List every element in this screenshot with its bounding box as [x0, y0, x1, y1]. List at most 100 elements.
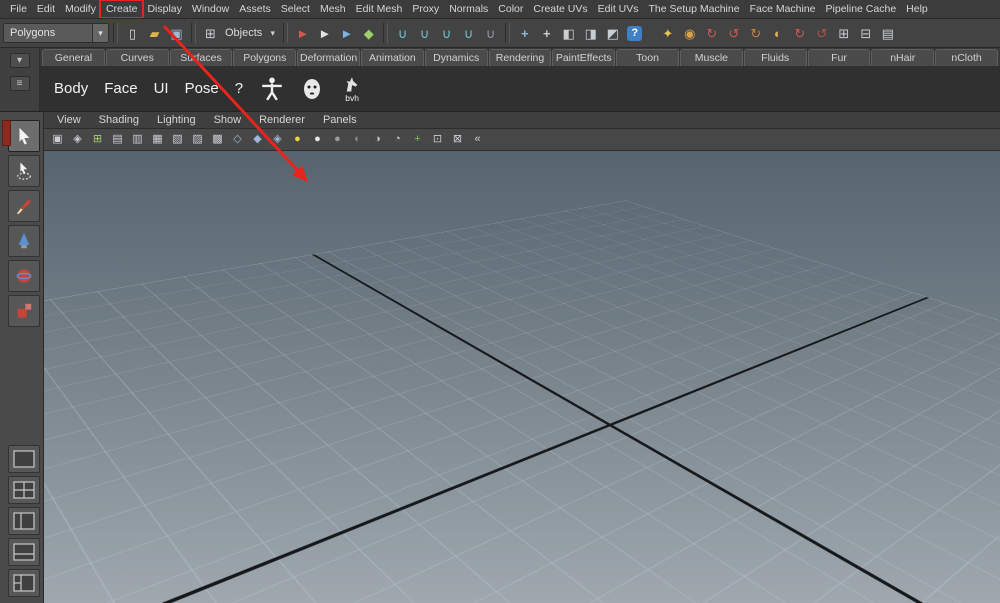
paint-selection-tool-button[interactable] — [8, 190, 40, 222]
menu-edit-uvs[interactable]: Edit UVs — [593, 1, 644, 17]
gate-mask-icon[interactable]: ▦ — [148, 131, 167, 148]
setup-machine-icon[interactable]: ◉ — [679, 22, 700, 44]
shelf-tab-rendering[interactable]: Rendering — [488, 49, 552, 66]
panel-menu-show[interactable]: Show — [205, 113, 251, 127]
snap-to-grid-icon[interactable]: ∪ — [392, 22, 413, 44]
shelf-tab-dynamics[interactable]: Dynamics — [424, 49, 488, 66]
menu-edit-mesh[interactable]: Edit Mesh — [351, 1, 408, 17]
menu-mesh[interactable]: Mesh — [315, 1, 351, 17]
shelf-tab-toon[interactable]: Toon — [616, 49, 679, 66]
menu-set-selector[interactable]: Polygons ▾ — [3, 23, 109, 43]
help-icon[interactable]: ? — [624, 22, 645, 44]
scale-tool-button[interactable] — [8, 295, 40, 327]
shelf-tab-ncloth[interactable]: nCloth — [935, 49, 998, 66]
snap-to-curve-icon[interactable]: ∪ — [414, 22, 435, 44]
select-by-object-icon[interactable]: ► — [314, 22, 335, 44]
separator-grip[interactable] — [113, 23, 118, 43]
input-connections-icon[interactable]: ⊞ — [833, 22, 854, 44]
shelf-tab-muscle[interactable]: Muscle — [679, 49, 743, 66]
separator-grip[interactable] — [191, 23, 196, 43]
transfer-icon[interactable]: ↺ — [811, 22, 832, 44]
menu-color[interactable]: Color — [493, 1, 528, 17]
menu-file[interactable]: File — [5, 1, 32, 17]
isolate-select-icon[interactable]: ◔ — [388, 131, 407, 148]
mirror-icon[interactable]: ◐ — [767, 22, 788, 44]
character-key-icon[interactable]: ✦ — [657, 22, 678, 44]
shadows-icon[interactable]: ◐ — [348, 131, 367, 148]
menu-proxy[interactable]: Proxy — [407, 1, 444, 17]
refresh-rig-icon[interactable]: ↺ — [723, 22, 744, 44]
toolbox-grip[interactable] — [2, 120, 11, 146]
channel-box-icon[interactable]: ▤ — [877, 22, 898, 44]
output-connections-icon[interactable]: ⊟ — [855, 22, 876, 44]
default-light-icon[interactable]: ● — [308, 131, 327, 148]
menu-the-setup-machine[interactable]: The Setup Machine — [644, 1, 745, 17]
make-live-icon[interactable]: ∪ — [480, 22, 501, 44]
separator-grip[interactable] — [283, 23, 289, 43]
wireframe-mode-icon[interactable]: ◇ — [228, 131, 247, 148]
menu-face-machine[interactable]: Face Machine — [745, 1, 821, 17]
highlight-selection-icon[interactable]: ◆ — [358, 22, 379, 44]
select-by-component-icon[interactable]: ► — [336, 22, 357, 44]
xray-icon[interactable]: ◑ — [368, 131, 387, 148]
panel-menu-lighting[interactable]: Lighting — [148, 113, 205, 127]
layout-four-view-button[interactable] — [8, 476, 40, 504]
shelf-tab-curves[interactable]: Curves — [105, 49, 169, 66]
rebuild-rig-icon[interactable]: ↻ — [701, 22, 722, 44]
camera-lock-icon[interactable]: ◈ — [68, 131, 87, 148]
menu-create[interactable]: Create — [98, 0, 145, 18]
shelf-tab-selector-icon[interactable]: ▾ — [9, 53, 30, 68]
menu-window[interactable]: Window — [187, 1, 234, 17]
use-all-lights-icon[interactable]: ● — [288, 131, 307, 148]
menu-display[interactable]: Display — [142, 1, 186, 17]
shelf-menu-icon[interactable]: ≡ — [9, 76, 30, 91]
tpose-character-button[interactable] — [253, 69, 291, 109]
shelf-button-help[interactable]: ? — [227, 80, 251, 97]
new-scene-icon[interactable]: ▯ — [122, 22, 143, 44]
viewcube-icon[interactable]: ⊠ — [448, 131, 467, 148]
move-tool-button[interactable] — [8, 225, 40, 257]
shelf-tab-polygons[interactable]: Polygons — [233, 49, 297, 66]
menu-create-uvs[interactable]: Create UVs — [528, 1, 592, 17]
open-scene-icon[interactable]: ▰ — [144, 22, 165, 44]
layout-hypershade-persp-button[interactable] — [8, 569, 40, 597]
panel-menu-view[interactable]: View — [48, 113, 90, 127]
separator-grip[interactable] — [383, 23, 389, 43]
construction-history-off-icon[interactable]: + — [536, 22, 557, 44]
shelf-button-ui[interactable]: UI — [146, 80, 177, 97]
menu-modify[interactable]: Modify — [60, 1, 101, 17]
grid-toggle-icon[interactable]: ⊞ — [88, 131, 107, 148]
shelf-button-face[interactable]: Face — [96, 80, 145, 97]
safe-action-icon[interactable]: ▨ — [188, 131, 207, 148]
shelf-tab-animation[interactable]: Animation — [360, 49, 424, 66]
menu-select[interactable]: Select — [276, 1, 315, 17]
camera-select-icon[interactable]: ▣ — [48, 131, 67, 148]
save-scene-icon[interactable]: ▣ — [166, 22, 187, 44]
menu-help[interactable]: Help — [901, 1, 933, 17]
panel-menu-shading[interactable]: Shading — [90, 113, 148, 127]
share-icon[interactable]: « — [468, 131, 487, 148]
lasso-tool-button[interactable] — [8, 155, 40, 187]
shelf-tab-deformation[interactable]: Deformation — [297, 49, 360, 66]
panel-menu-panels[interactable]: Panels — [314, 113, 366, 127]
sync-icon[interactable]: ↻ — [789, 22, 810, 44]
separator-grip[interactable] — [505, 23, 511, 43]
shelf-tab-painteffects[interactable]: PaintEffects — [552, 49, 616, 66]
shaded-mode-icon[interactable]: ◆ — [248, 131, 267, 148]
render-current-frame-icon[interactable]: ◧ — [558, 22, 579, 44]
shelf-tab-nhair[interactable]: nHair — [871, 49, 935, 66]
face-mask-button[interactable] — [293, 69, 331, 109]
rotate-tool-button[interactable] — [8, 260, 40, 292]
snap-to-plane-icon[interactable]: ∪ — [458, 22, 479, 44]
shelf-tab-general[interactable]: General — [42, 49, 105, 66]
film-gate-icon[interactable]: ▤ — [108, 131, 127, 148]
menu-assets[interactable]: Assets — [234, 1, 276, 17]
ipr-render-icon[interactable]: ◨ — [580, 22, 601, 44]
shelf-button-pose[interactable]: Pose — [177, 80, 227, 97]
select-tool-button[interactable] — [8, 120, 40, 152]
menu-edit[interactable]: Edit — [32, 1, 60, 17]
viewport-perspective[interactable] — [44, 151, 1000, 603]
layout-persp-outliner-button[interactable] — [8, 507, 40, 535]
plugin-toggle-icon[interactable]: + — [408, 131, 427, 148]
field-chart-icon[interactable]: ▧ — [168, 131, 187, 148]
